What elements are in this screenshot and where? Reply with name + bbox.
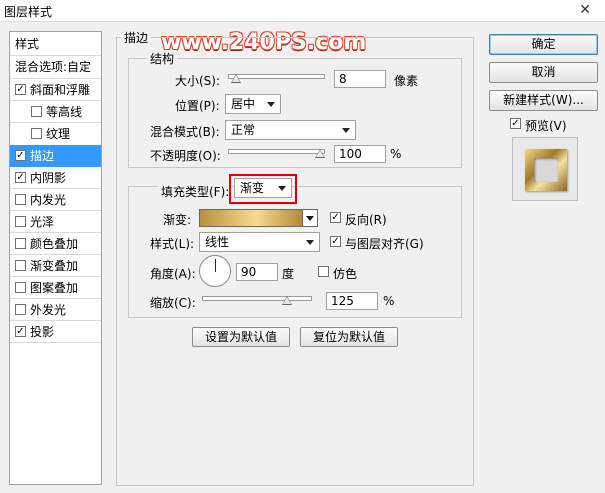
scale-label: 缩放(C): [150,296,196,310]
style-item-label: 内发光 [30,193,67,207]
style-item-label: 图案叠加 [30,281,79,295]
style-preview-thumbnail [512,137,578,201]
scale-slider-thumb[interactable] [282,296,292,305]
preview-inner [534,158,558,182]
dither-checkbox[interactable] [318,266,329,277]
position-label: 位置(P): [175,99,220,113]
styles-list: 样式 混合选项:自定 斜面和浮雕等高线纹理描边内阴影内发光光泽颜色叠加渐变叠加图… [9,31,102,485]
style-item[interactable]: 光泽 [10,211,101,233]
styles-header[interactable]: 样式 [10,33,101,55]
dither-label: 仿色 [333,267,358,281]
style-item-label: 光泽 [30,215,55,229]
scale-slider[interactable] [202,296,312,301]
style-item-checkbox[interactable] [15,150,26,161]
blend-mode-label: 混合模式(B): [150,125,220,139]
preview-frame [525,149,567,191]
style-item-label: 外发光 [30,303,67,317]
opacity-slider[interactable] [228,149,325,154]
style-item[interactable]: 纹理 [10,123,101,145]
align-with-layer-label: 与图层对齐(G) [345,237,424,251]
size-input[interactable]: 8 [334,70,386,88]
opacity-slider-thumb[interactable] [315,149,325,158]
set-default-button[interactable]: 设置为默认值 [192,327,290,347]
style-item[interactable]: 图案叠加 [10,277,101,299]
style-item[interactable]: 内发光 [10,189,101,211]
style-item-checkbox[interactable] [15,216,26,227]
cancel-button[interactable]: 取消 [489,62,598,83]
title-bar: 图层样式 ✕ [0,0,605,22]
opacity-input[interactable]: 100 [334,145,386,163]
style-item-checkbox[interactable] [31,128,42,139]
angle-input[interactable]: 90 [236,263,278,281]
style-item-label: 内阴影 [30,171,67,185]
style-item-label: 投影 [30,325,55,339]
style-item-label: 等高线 [46,105,83,119]
style-item-checkbox[interactable] [31,106,42,117]
divider [10,342,101,343]
reverse-label: 反向(R) [345,213,387,227]
style-value: 线性 [205,235,230,249]
style-item-checkbox[interactable] [15,304,26,315]
opacity-label: 不透明度(O): [150,149,221,163]
style-item-label: 渐变叠加 [30,259,79,273]
preview-label: 预览(V) [525,119,567,133]
close-icon[interactable]: ✕ [579,2,591,18]
blend-mode-value: 正常 [231,123,256,137]
style-item-checkbox[interactable] [15,326,26,337]
gradient-swatch[interactable] [199,209,303,227]
blend-mode-select[interactable]: 正常 [225,120,356,140]
style-item[interactable]: 内阴影 [10,167,101,189]
angle-dial[interactable] [199,255,231,287]
style-item-label: 纹理 [46,127,71,141]
highlight-box [229,174,297,204]
chevron-down-icon [306,240,314,245]
style-item-checkbox[interactable] [15,238,26,249]
style-item[interactable]: 描边 [10,145,101,167]
style-item-checkbox[interactable] [15,172,26,183]
blend-options-label: 混合选项:自定 [15,60,92,74]
style-item-label: 斜面和浮雕 [30,83,91,97]
reset-default-button[interactable]: 复位为默认值 [300,327,398,347]
style-item[interactable]: 外发光 [10,299,101,321]
gradient-label: 渐变: [163,213,192,227]
style-item-checkbox[interactable] [15,260,26,271]
scale-unit: % [383,294,395,308]
style-item-label: 描边 [30,149,55,163]
style-select[interactable]: 线性 [199,232,320,252]
style-item[interactable]: 斜面和浮雕 [10,79,101,101]
style-item[interactable]: 投影 [10,321,101,343]
styles-header-label: 样式 [15,37,40,51]
chevron-down-icon [342,128,350,133]
style-item[interactable]: 颜色叠加 [10,233,101,255]
style-label: 样式(L): [150,237,195,251]
align-with-layer-checkbox[interactable] [330,236,341,247]
style-item[interactable]: 渐变叠加 [10,255,101,277]
size-slider-thumb[interactable] [230,74,241,83]
gradient-picker-button[interactable] [302,209,318,227]
fill-type-label: 填充类型(F): [158,183,233,200]
blend-options-item[interactable]: 混合选项:自定 [10,56,101,78]
preview-checkbox[interactable] [510,118,521,129]
chevron-down-icon [267,102,275,107]
scale-input[interactable]: 125 [326,292,378,310]
structure-group-title: 结构 [147,50,178,67]
reverse-checkbox[interactable] [330,212,341,223]
style-item-label: 颜色叠加 [30,237,79,251]
stroke-group-title: 描边 [121,29,152,46]
opacity-unit: % [390,147,402,161]
angle-label: 角度(A): [150,267,196,281]
window-title: 图层样式 [4,3,55,20]
size-label: 大小(S): [175,74,221,88]
new-style-button[interactable]: 新建样式(W)... [489,90,598,111]
position-select[interactable]: 居中 [225,94,281,114]
style-item-checkbox[interactable] [15,84,26,95]
style-item-checkbox[interactable] [15,282,26,293]
size-unit: 像素 [394,74,419,88]
size-slider[interactable] [228,74,325,79]
style-item-checkbox[interactable] [15,194,26,205]
angle-unit: 度 [282,267,295,281]
ok-button[interactable]: 确定 [489,34,598,55]
position-value: 居中 [231,97,256,111]
style-item[interactable]: 等高线 [10,101,101,123]
